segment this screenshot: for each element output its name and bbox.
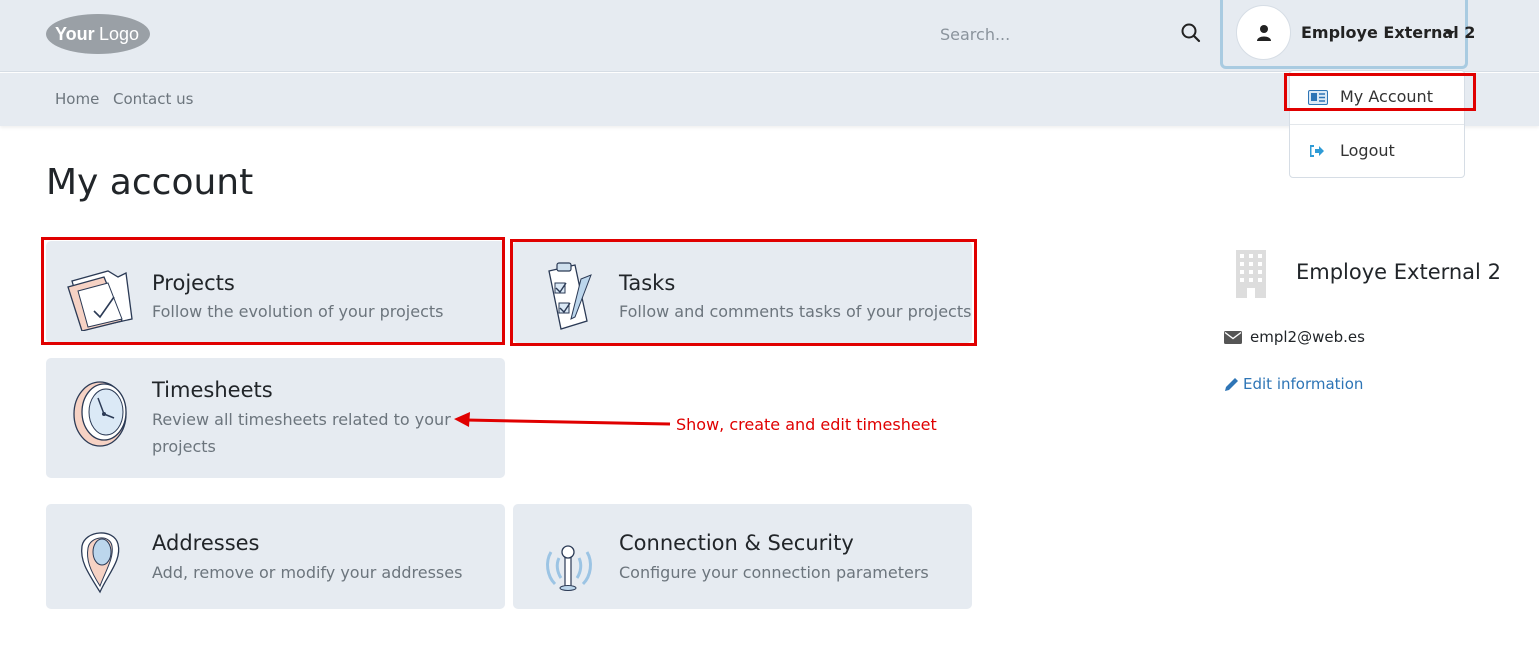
logo[interactable]: Your Logo — [45, 12, 151, 56]
sign-out-icon — [1310, 145, 1324, 157]
menu-item-logout[interactable]: Logout — [1290, 131, 1464, 171]
card-projects[interactable]: Projects Follow the evolution of your pr… — [46, 241, 505, 343]
page-title: My account — [46, 162, 254, 203]
annotation-arrow — [454, 412, 671, 427]
profile-name: Employe External 2 — [1296, 260, 1501, 284]
annotation-text: Show, create and edit timesheet — [676, 415, 937, 434]
clock-icon — [73, 381, 127, 447]
nav-home[interactable]: Home — [55, 90, 99, 108]
card-title: Projects — [152, 271, 235, 295]
edit-information-link[interactable]: Edit information — [1243, 375, 1363, 393]
clipboard-check-icon — [548, 262, 592, 330]
id-card-icon — [1308, 90, 1328, 105]
envelope-icon — [1224, 331, 1242, 344]
antenna-icon — [546, 545, 592, 591]
menu-item-label: My Account — [1340, 87, 1433, 106]
card-title: Tasks — [619, 271, 676, 295]
user-menu-toggle[interactable]: Employe External 2 — [1220, 0, 1475, 69]
folder-check-icon — [67, 270, 133, 331]
top-bar: Your Logo Employe External 2 — [0, 0, 1539, 72]
card-title: Connection & Security — [619, 531, 854, 555]
menu-item-label: Logout — [1340, 141, 1395, 160]
menu-item-my-account[interactable]: My Account — [1290, 77, 1464, 117]
user-dropdown-menu: My Account Logout — [1289, 70, 1465, 178]
svg-text:Your: Your — [55, 24, 95, 44]
building-icon — [1236, 250, 1266, 298]
card-tasks[interactable]: Tasks Follow and comments tasks of your … — [513, 241, 972, 343]
card-description: Follow and comments tasks of your projec… — [619, 302, 972, 321]
profile-email: empl2@web.es — [1250, 328, 1365, 346]
pencil-icon — [1225, 378, 1238, 391]
card-description: Add, remove or modify your addresses — [152, 563, 463, 582]
profile-panel: Employe External 2 empl2@web.es Edit inf… — [1224, 248, 1524, 408]
card-title: Addresses — [152, 531, 260, 555]
card-addresses[interactable]: Addresses Add, remove or modify your add… — [46, 504, 505, 609]
avatar — [1236, 5, 1291, 60]
user-icon — [1257, 25, 1271, 41]
nav-contact-us[interactable]: Contact us — [113, 90, 193, 108]
search-input[interactable] — [940, 22, 1170, 46]
card-description: Follow the evolution of your projects — [152, 302, 444, 321]
search-bar — [940, 22, 1210, 46]
chevron-down-icon — [1445, 31, 1455, 36]
svg-text:Logo: Logo — [99, 24, 139, 44]
card-connection-security[interactable]: Connection & Security Configure your con… — [513, 504, 972, 609]
card-title: Timesheets — [152, 378, 273, 402]
divider — [1290, 124, 1464, 125]
card-timesheets[interactable]: Timesheets Review all timesheets related… — [46, 358, 505, 478]
card-description: Configure your connection parameters — [619, 563, 929, 582]
map-pin-icon — [80, 532, 120, 594]
card-description: Review all timesheets related to your pr… — [152, 410, 451, 456]
search-icon[interactable] — [1180, 22, 1202, 44]
